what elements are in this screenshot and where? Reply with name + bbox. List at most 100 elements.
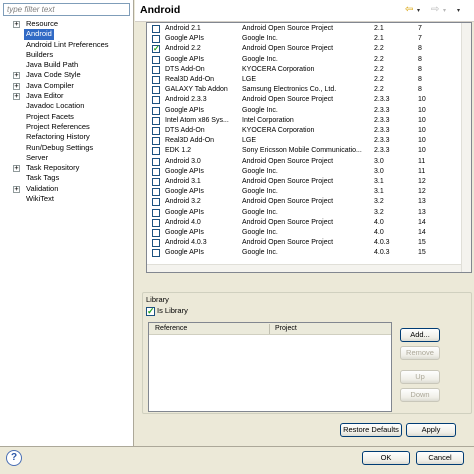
target-platform: 4.0.3 — [374, 249, 390, 257]
ok-button[interactable]: OK — [362, 451, 410, 465]
target-row[interactable]: Real3D Add-On LGE 2.2 8 — [151, 75, 461, 85]
target-checkbox[interactable] — [152, 55, 160, 64]
restore-defaults-button[interactable]: Restore Defaults — [340, 423, 402, 437]
target-checkbox[interactable] — [152, 178, 160, 186]
back-arrow-icon[interactable]: ⇦ — [405, 4, 413, 15]
expand-icon[interactable]: + — [13, 185, 20, 193]
target-checkbox[interactable] — [152, 198, 160, 207]
target-row[interactable]: EDK 1.2 Sony Ericsson Mobile Communicatio… — [151, 146, 461, 156]
target-checkbox[interactable] — [152, 208, 160, 217]
expand-icon[interactable]: + — [13, 21, 20, 28]
target-row[interactable]: GALAXY Tab Addon Samsung Electronics Co.,… — [151, 85, 461, 95]
column-header-reference[interactable]: Reference — [155, 323, 187, 334]
is-library-check-box[interactable] — [146, 306, 155, 316]
view-menu-icon[interactable]: ▾ — [457, 7, 460, 14]
tree-item[interactable]: Project Facets — [0, 112, 133, 122]
target-row[interactable]: DTS Add-On KYOCERA Corporation 2.2 8 — [151, 65, 461, 75]
back-dropdown-icon[interactable]: ▾ — [417, 7, 420, 14]
tree-item[interactable]: Builders — [0, 50, 133, 60]
forward-dropdown-icon[interactable]: ▾ — [443, 7, 446, 14]
target-checkbox[interactable] — [152, 218, 160, 227]
tree-item[interactable]: + Resource — [0, 19, 133, 29]
target-checkbox[interactable] — [152, 239, 160, 248]
target-row[interactable]: Android 4.0 Android Open Source Project 4.… — [151, 218, 461, 228]
target-checkbox[interactable] — [152, 25, 160, 33]
target-checkbox[interactable] — [152, 249, 160, 258]
target-row[interactable]: Android 4.0.3 Android Open Source Project… — [151, 238, 461, 248]
target-row[interactable]: Google APIs Google Inc. 3.0 11 — [151, 167, 461, 177]
tree-item[interactable]: Run/Debug Settings — [0, 143, 133, 153]
tree-item[interactable]: + Task Repository — [0, 163, 133, 173]
target-checkbox[interactable] — [152, 188, 160, 197]
tree-item[interactable]: Android — [0, 29, 133, 40]
tree-item[interactable]: Task Tags — [0, 173, 133, 183]
target-checkbox[interactable] — [152, 86, 160, 95]
tree-item[interactable]: Javadoc Location — [0, 101, 133, 111]
target-row[interactable]: Google APIs Google Inc. 3.1 12 — [151, 187, 461, 197]
target-checkbox[interactable] — [152, 65, 160, 74]
expand-icon[interactable]: + — [13, 82, 20, 90]
forward-arrow-icon[interactable]: ⇨ — [431, 4, 439, 15]
target-row[interactable]: Google APIs Google Inc. 4.0 14 — [151, 228, 461, 238]
target-checkbox[interactable] — [152, 76, 160, 84]
target-checkbox[interactable] — [152, 116, 160, 125]
target-row[interactable]: Google APIs Google Inc. 2.1 7 — [151, 34, 461, 44]
target-checkbox[interactable] — [152, 96, 160, 105]
target-table-vscrollbar[interactable] — [461, 23, 471, 272]
remove-library-button[interactable]: Remove — [400, 346, 440, 360]
down-button[interactable]: Down — [400, 388, 440, 402]
target-checkbox[interactable] — [152, 106, 160, 115]
target-api-level: 10 — [418, 147, 426, 155]
target-row[interactable]: Real3D Add-On LGE 2.3.3 10 — [151, 136, 461, 146]
up-button[interactable]: Up — [400, 370, 440, 384]
target-row[interactable]: Google APIs Google Inc. 4.0.3 15 — [151, 248, 461, 258]
target-row[interactable]: Android 2.3.3 Android Open Source Project… — [151, 95, 461, 105]
target-table-hscrollbar[interactable] — [147, 264, 461, 272]
target-row[interactable]: DTS Add-On KYOCERA Corporation 2.3.3 10 — [151, 126, 461, 136]
target-row[interactable]: Android 2.2 Android Open Source Project 2.… — [151, 44, 461, 54]
target-row[interactable]: Intel Atom x86 Sys... Intel Corporation 2.… — [151, 116, 461, 126]
target-checkbox[interactable] — [152, 167, 160, 176]
cancel-button[interactable]: Cancel — [416, 451, 464, 465]
tree-item[interactable]: + Java Compiler — [0, 81, 133, 91]
target-checkbox[interactable] — [152, 229, 160, 237]
target-row[interactable]: Google APIs Google Inc. 3.2 13 — [151, 208, 461, 218]
tree-item[interactable]: + Java Code Style — [0, 70, 133, 80]
tree-item[interactable]: Java Build Path — [0, 60, 133, 70]
tree-item[interactable]: + Java Editor — [0, 91, 133, 101]
expand-icon[interactable]: + — [13, 165, 20, 173]
target-row[interactable]: Google APIs Google Inc. 2.3.3 10 — [151, 106, 461, 116]
target-platform: 2.2 — [374, 65, 384, 73]
tree-item[interactable]: WikiText — [0, 194, 133, 204]
tree-item-label: Validation — [26, 183, 59, 193]
target-checkbox[interactable] — [152, 157, 160, 166]
build-target-table[interactable]: Android 2.1 Android Open Source Project 2.… — [146, 22, 472, 273]
target-vendor: KYOCERA Corporation — [242, 65, 315, 73]
library-references-table[interactable]: Reference Project — [148, 322, 392, 412]
target-platform: 2.2 — [374, 76, 384, 83]
tree-item[interactable]: Android Lint Preferences — [0, 40, 133, 50]
target-row[interactable]: Android 3.1 Android Open Source Project 3.… — [151, 177, 461, 187]
target-row[interactable]: Android 2.1 Android Open Source Project 2.… — [151, 24, 461, 34]
target-checkbox[interactable] — [152, 147, 160, 156]
target-checkbox[interactable] — [152, 137, 160, 146]
target-checkbox[interactable] — [152, 127, 160, 135]
is-library-checkbox[interactable]: Is Library — [146, 306, 188, 316]
target-row[interactable]: Android 3.0 Android Open Source Project 3.… — [151, 157, 461, 167]
tree-item[interactable]: + Validation — [0, 184, 133, 194]
filter-input[interactable]: type filter text — [3, 3, 130, 16]
target-row[interactable]: Google APIs Google Inc. 2.2 8 — [151, 55, 461, 65]
target-row[interactable]: Android 3.2 Android Open Source Project 3.… — [151, 197, 461, 207]
target-vendor: Intel Corporation — [242, 116, 294, 124]
tree-item[interactable]: Project References — [0, 122, 133, 132]
tree-item[interactable]: Refactoring History — [0, 132, 133, 142]
apply-button[interactable]: Apply — [406, 423, 456, 437]
add-library-button[interactable]: Add... — [400, 328, 440, 342]
expand-icon[interactable]: + — [13, 72, 20, 80]
tree-item[interactable]: Server — [0, 153, 133, 163]
target-checkbox[interactable] — [152, 44, 160, 54]
target-checkbox[interactable] — [152, 35, 160, 44]
expand-icon[interactable]: + — [13, 93, 20, 101]
column-header-project[interactable]: Project — [275, 323, 297, 334]
help-icon[interactable]: ? — [6, 450, 22, 466]
